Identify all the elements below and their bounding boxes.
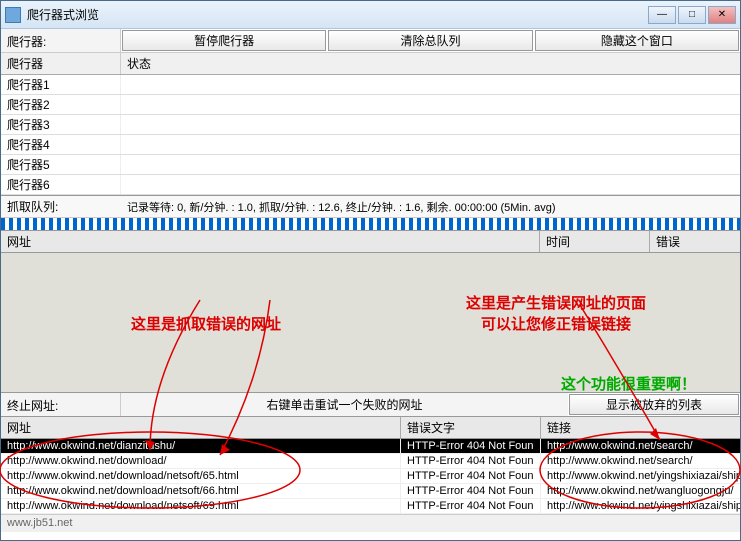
end-hint: 右键单击重试一个失败的网址	[121, 393, 568, 416]
table-row[interactable]: 爬行器5	[1, 155, 740, 175]
err-url: http://www.okwind.net/download/	[1, 454, 401, 468]
table-row[interactable]: 爬行器2	[1, 95, 740, 115]
err-url: http://www.okwind.net/dianzitushu/	[1, 439, 401, 453]
err-text: HTTP-Error 404 Not Foun	[401, 454, 541, 468]
toolbar-label: 爬行器:	[1, 29, 121, 52]
annotation-error-url: 这里是抓取错误的网址	[131, 313, 281, 334]
progress-bar	[1, 218, 740, 230]
show-abandoned-button[interactable]: 显示被放弃的列表	[569, 394, 739, 415]
time-col-header[interactable]: 时间	[540, 231, 650, 252]
crawler-name: 爬行器4	[1, 135, 121, 154]
app-icon	[5, 7, 21, 23]
err-link-header[interactable]: 链接	[541, 417, 740, 438]
error-col-header[interactable]: 错误	[650, 231, 740, 252]
err-url: http://www.okwind.net/download/netsoft/6…	[1, 484, 401, 498]
table-row[interactable]: http://www.okwind.net/download/ HTTP-Err…	[1, 454, 740, 469]
table-row[interactable]: http://www.okwind.net/download/netsoft/6…	[1, 484, 740, 499]
minimize-button[interactable]: —	[648, 6, 676, 24]
crawler-name: 爬行器2	[1, 95, 121, 114]
err-link: http://www.okwind.net/search/	[541, 439, 740, 453]
pause-crawler-button[interactable]: 暂停爬行器	[122, 30, 326, 51]
err-url-header[interactable]: 网址	[1, 417, 401, 438]
err-text-header[interactable]: 错误文字	[401, 417, 541, 438]
crawler-name: 爬行器1	[1, 75, 121, 94]
table-row[interactable]: 爬行器4	[1, 135, 740, 155]
status-col-header[interactable]: 状态	[121, 53, 740, 74]
table-row[interactable]: 爬行器3	[1, 115, 740, 135]
err-url: http://www.okwind.net/download/netsoft/6…	[1, 469, 401, 483]
end-row: 终止网址: 右键单击重试一个失败的网址 显示被放弃的列表	[1, 393, 740, 417]
crawler-table-header: 爬行器 状态	[1, 53, 740, 75]
crawler-name: 爬行器3	[1, 115, 121, 134]
err-link: http://www.okwind.net/yingshixiazai/ship	[541, 499, 740, 513]
err-link: http://www.okwind.net/search/	[541, 454, 740, 468]
close-button[interactable]: ✕	[708, 6, 736, 24]
queue-status-text: 记录等待: 0, 新/分钟. : 1.0, 抓取/分钟. : 12.6, 终止/…	[121, 197, 740, 217]
crawler-table: 爬行器 状态 爬行器1 爬行器2 爬行器3 爬行器4 爬行器5 爬行器6	[1, 53, 740, 196]
mid-table-body[interactable]: 这里是抓取错误的网址 这里是产生错误网址的页面 可以让您修正错误链接 这个功能很…	[1, 253, 740, 393]
table-row[interactable]: http://www.okwind.net/dianzitushu/ HTTP-…	[1, 439, 740, 454]
err-text: HTTP-Error 404 Not Foun	[401, 499, 541, 513]
err-link: http://www.okwind.net/yingshixiazai/ship	[541, 469, 740, 483]
end-label: 终止网址:	[1, 393, 121, 416]
toolbar: 爬行器: 暂停爬行器 清除总队列 隐藏这个窗口	[1, 29, 740, 53]
crawler-name: 爬行器6	[1, 175, 121, 194]
window-controls: — □ ✕	[648, 6, 736, 24]
annotation-important: 这个功能很重要啊！	[561, 373, 696, 394]
maximize-button[interactable]: □	[678, 6, 706, 24]
err-text: HTTP-Error 404 Not Foun	[401, 439, 541, 453]
table-row[interactable]: 爬行器1	[1, 75, 740, 95]
annotation-source-page: 这里是产生错误网址的页面 可以让您修正错误链接	[466, 293, 646, 335]
crawler-name: 爬行器5	[1, 155, 121, 174]
status-bar: 抓取队列: 记录等待: 0, 新/分钟. : 1.0, 抓取/分钟. : 12.…	[1, 196, 740, 218]
error-table-header: 网址 错误文字 链接	[1, 417, 740, 439]
titlebar[interactable]: 爬行器式浏览 — □ ✕	[1, 1, 740, 29]
err-link: http://www.okwind.net/wangluogongju/	[541, 484, 740, 498]
url-col-header[interactable]: 网址	[1, 231, 540, 252]
table-row[interactable]: http://www.okwind.net/download/netsoft/6…	[1, 499, 740, 514]
toolbar-buttons: 暂停爬行器 清除总队列 隐藏这个窗口	[121, 29, 740, 52]
hide-window-button[interactable]: 隐藏这个窗口	[535, 30, 739, 51]
main-window: 爬行器式浏览 — □ ✕ 爬行器: 暂停爬行器 清除总队列 隐藏这个窗口 爬行器…	[0, 0, 741, 541]
err-text: HTTP-Error 404 Not Foun	[401, 484, 541, 498]
queue-label: 抓取队列:	[1, 196, 121, 217]
table-row[interactable]: http://www.okwind.net/download/netsoft/6…	[1, 469, 740, 484]
mid-table-header: 网址 时间 错误	[1, 230, 740, 253]
footer-watermark: www.jb51.net	[1, 514, 740, 532]
clear-queue-button[interactable]: 清除总队列	[328, 30, 532, 51]
err-url: http://www.okwind.net/download/netsoft/6…	[1, 499, 401, 513]
crawler-col-header[interactable]: 爬行器	[1, 53, 121, 74]
err-text: HTTP-Error 404 Not Foun	[401, 469, 541, 483]
window-title: 爬行器式浏览	[27, 6, 648, 23]
table-row[interactable]: 爬行器6	[1, 175, 740, 195]
